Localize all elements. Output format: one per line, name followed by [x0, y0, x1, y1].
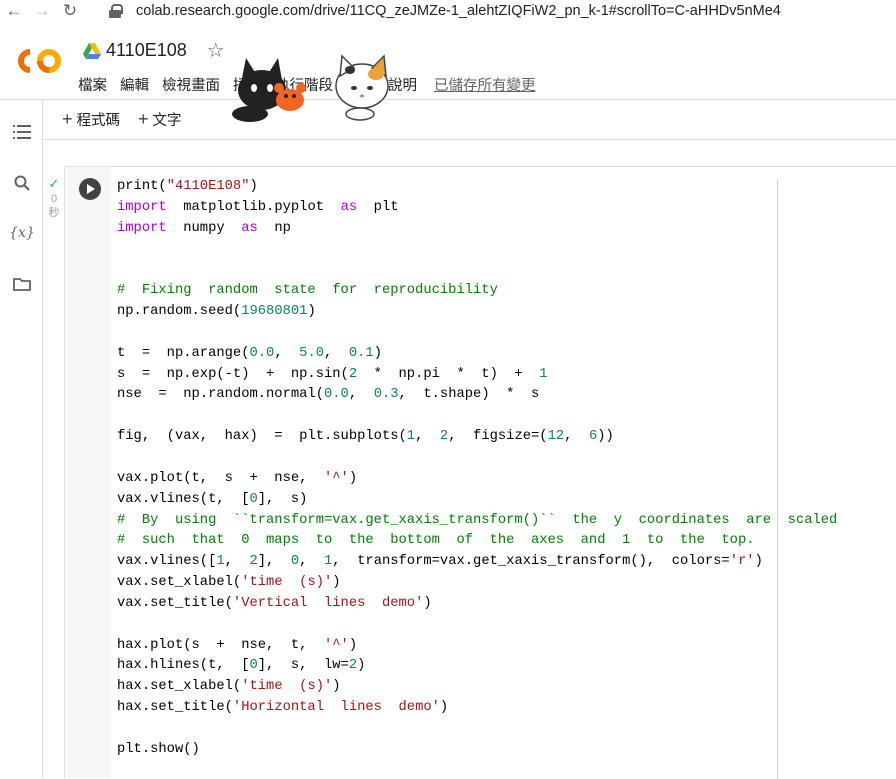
code-text[interactable]: print("4110E108") import matplotlib.pyplo…	[117, 177, 837, 761]
add-text-button[interactable]: + 文字	[138, 109, 182, 130]
code-line[interactable]: hax.hlines(t, [0], s, lw=2)	[117, 656, 837, 677]
code-line[interactable]: vax.plot(t, s + nse, '^')	[117, 469, 837, 490]
notebook-toolbar: + 程式碼 + 文字	[44, 100, 896, 140]
reload-icon[interactable]: ↻	[56, 0, 84, 22]
code-line[interactable]: import numpy as np	[117, 219, 837, 240]
colab-header: 4110E108 ☆ 檔案 編輯 檢視畫面 插入 執行階段 工具 說明 已儲存所…	[0, 22, 896, 122]
left-sidebar: {x}	[0, 100, 43, 778]
code-line[interactable]: vax.set_xlabel('time (s)')	[117, 573, 837, 594]
exec-unit: 秒	[48, 207, 60, 219]
code-line[interactable]: nse = np.random.normal(0.0, 0.3, t.shape…	[117, 385, 837, 406]
code-line[interactable]: s = np.exp(-t) + np.sin(2 * np.pi * t) +…	[117, 365, 837, 386]
code-line[interactable]: print("4110E108")	[117, 177, 837, 198]
browser-bar: ← → ↻ colab.research.google.com/drive/11…	[0, 0, 896, 22]
plus-icon: +	[138, 109, 149, 129]
code-line[interactable]	[117, 615, 837, 636]
arrow-right-icon[interactable]: →	[28, 0, 56, 22]
address-bar[interactable]: colab.research.google.com/drive/11CQ_zeJ…	[108, 0, 781, 22]
code-editor[interactable]: print("4110E108") import matplotlib.pyplo…	[111, 167, 896, 779]
colab-logo[interactable]	[17, 48, 63, 74]
code-line[interactable]	[117, 260, 837, 281]
arrow-left-icon[interactable]: ←	[0, 0, 28, 22]
google-drive-icon[interactable]	[82, 42, 102, 60]
code-line[interactable]: t = np.arange(0.0, 5.0, 0.1)	[117, 344, 837, 365]
run-cell-button[interactable]	[79, 178, 101, 200]
code-line[interactable]: # such that 0 maps to the bottom of the …	[117, 531, 837, 552]
code-line[interactable]: hax.plot(s + nse, t, '^')	[117, 636, 837, 657]
code-line[interactable]: # By using ``transform=vax.get_xaxis_tra…	[117, 511, 837, 532]
code-line[interactable]: np.random.seed(19680801)	[117, 302, 837, 323]
title-row: 4110E108 ☆	[82, 38, 225, 63]
add-code-label: 程式碼	[76, 113, 121, 129]
code-line[interactable]	[117, 406, 837, 427]
code-line[interactable]	[117, 719, 837, 740]
variables-icon[interactable]: {x}	[9, 222, 35, 244]
add-code-button[interactable]: + 程式碼	[62, 109, 120, 130]
code-line[interactable]: # Fixing random state for reproducibilit…	[117, 281, 837, 302]
code-line[interactable]: vax.vlines([1, 2], 0, 1, transform=vax.g…	[117, 552, 837, 573]
code-line[interactable]: plt.show()	[117, 740, 837, 761]
code-line[interactable]: hax.set_title('Horizontal lines demo')	[117, 698, 837, 719]
menu-edit[interactable]: 編輯	[120, 74, 149, 95]
check-icon: ✓	[48, 176, 60, 191]
code-line[interactable]	[117, 448, 837, 469]
code-line[interactable]: hax.set_xlabel('time (s)')	[117, 677, 837, 698]
code-line[interactable]: fig, (vax, hax) = plt.subplots(1, 2, fig…	[117, 427, 837, 448]
notebook-title[interactable]: 4110E108	[106, 40, 187, 61]
cell-exec-status: ✓ 0 秒	[44, 176, 64, 220]
exec-time: 0	[50, 193, 58, 205]
add-text-label: 文字	[152, 113, 182, 129]
code-cell[interactable]: print("4110E108") import matplotlib.pyplo…	[64, 166, 896, 779]
plus-icon: +	[62, 109, 73, 129]
code-line[interactable]: vax.vlines(t, [0], s)	[117, 490, 837, 511]
code-line[interactable]: vax.set_title('Vertical lines demo')	[117, 594, 837, 615]
menu-icon[interactable]	[11, 121, 33, 143]
search-icon[interactable]	[11, 172, 33, 194]
url-text: colab.research.google.com/drive/11CQ_zeJ…	[136, 3, 781, 19]
menu-file[interactable]: 檔案	[78, 74, 107, 95]
code-line[interactable]	[117, 323, 837, 344]
save-status-link[interactable]: 已儲存所有變更	[434, 74, 536, 95]
folder-icon[interactable]	[11, 273, 33, 295]
code-line[interactable]	[117, 240, 837, 261]
code-line[interactable]: import matplotlib.pyplot as plt	[117, 198, 837, 219]
lock-icon	[108, 4, 123, 18]
